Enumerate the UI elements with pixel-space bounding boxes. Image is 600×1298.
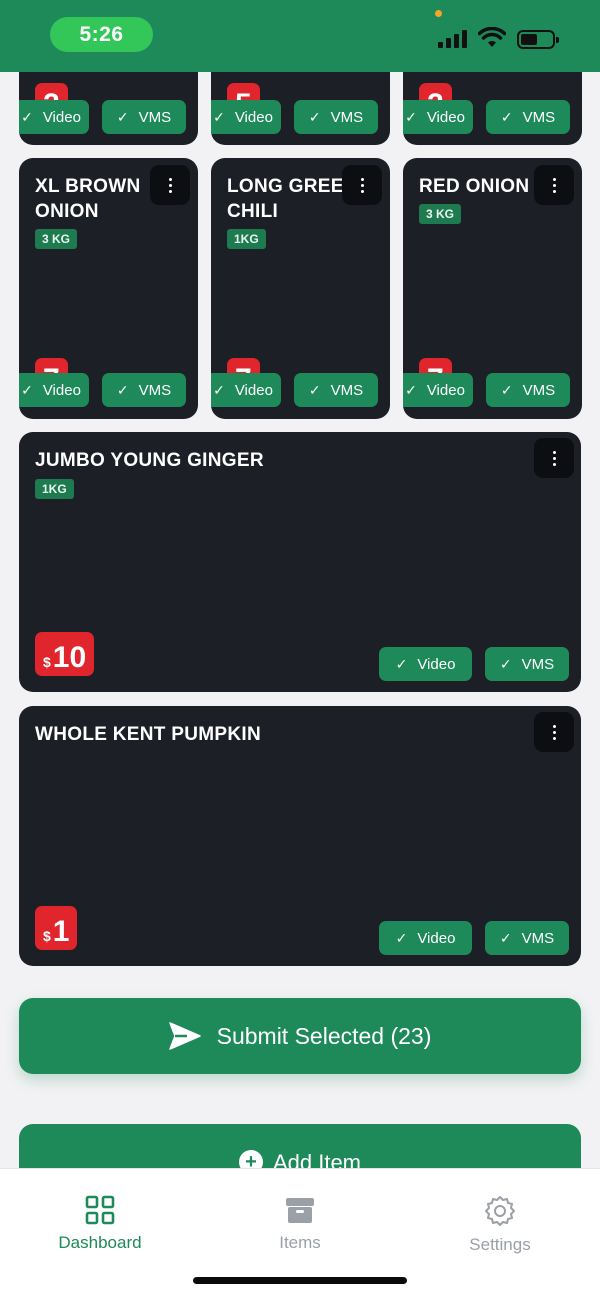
nav-label: Settings — [469, 1235, 531, 1254]
check-icon: ✓ — [308, 381, 321, 398]
weight-badge: 1KG — [227, 229, 266, 249]
cellular-signal-icon — [438, 30, 467, 48]
product-card[interactable]: RED ONION 3 KG 7 ✓Video ✓VMS — [403, 158, 582, 419]
check-icon: ✓ — [213, 108, 225, 125]
weight-badge: 3 KG — [35, 229, 78, 249]
more-vertical-icon — [168, 177, 172, 193]
vms-toggle[interactable]: ✓ VMS — [102, 373, 186, 407]
status-bar: 5:26 — [0, 0, 600, 72]
check-icon: ✓ — [116, 381, 129, 398]
check-icon: ✓ — [500, 108, 513, 125]
vms-toggle[interactable]: ✓ VMS — [102, 100, 186, 134]
product-title: LONG GREEN CHILI — [227, 176, 358, 222]
more-options-button[interactable] — [534, 165, 574, 205]
archive-box-icon — [286, 1198, 314, 1223]
vms-toggle[interactable]: ✓ VMS — [486, 100, 570, 134]
submit-selected-label: Submit Selected (23) — [216, 1022, 432, 1049]
gear-icon — [485, 1196, 515, 1226]
nav-item-dashboard[interactable]: Dashboard — [20, 1195, 180, 1253]
status-time: 5:26 — [50, 17, 153, 52]
product-card[interactable]: LONG GREENCHILI 1KG 7 ✓Video ✓VMS — [211, 158, 390, 419]
product-card[interactable]: JUMBO YOUNG GINGER 1KG $10 ✓ Video ✓ VMS — [19, 432, 581, 692]
product-card[interactable]: XL BROWNONION 3 KG 7 ✓Video ✓VMS — [19, 158, 198, 419]
more-options-button[interactable] — [342, 165, 382, 205]
check-icon: ✓ — [499, 655, 512, 672]
check-icon: ✓ — [395, 655, 408, 672]
check-icon: ✓ — [116, 108, 129, 125]
product-title: JUMBO YOUNG GINGER — [35, 450, 264, 471]
check-icon: ✓ — [405, 381, 417, 398]
video-toggle[interactable]: ✓ Video — [403, 373, 473, 407]
check-icon: ✓ — [500, 381, 513, 398]
more-vertical-icon — [552, 450, 556, 466]
vms-toggle[interactable]: ✓ VMS — [294, 100, 378, 134]
video-toggle[interactable]: ✓ Video — [403, 100, 473, 134]
more-vertical-icon — [360, 177, 364, 193]
nav-label: Dashboard — [58, 1233, 142, 1252]
product-title: XL BROWN ONION — [35, 176, 141, 222]
submit-selected-button[interactable]: Submit Selected (23) — [19, 998, 581, 1074]
more-vertical-icon — [552, 724, 556, 740]
grid-icon — [85, 1195, 115, 1225]
check-icon: ✓ — [213, 381, 225, 398]
weight-badge: 1KG — [35, 479, 74, 499]
nav-item-items[interactable]: Items — [220, 1195, 380, 1253]
vms-toggle[interactable]: ✓ VMS — [486, 373, 570, 407]
nav-label: Items — [279, 1233, 321, 1252]
check-icon: ✓ — [405, 108, 417, 125]
send-icon — [168, 1022, 201, 1050]
video-toggle[interactable]: ✓ Video — [19, 100, 89, 134]
home-indicator — [193, 1277, 407, 1284]
video-toggle[interactable]: ✓ Video — [19, 373, 89, 407]
video-toggle[interactable]: ✓ Video — [379, 647, 472, 681]
weight-badge: 3 KG — [419, 204, 462, 224]
product-card[interactable]: WHOLE KENT PUMPKIN $1 ✓ Video ✓ VMS — [19, 706, 581, 966]
video-toggle[interactable]: ✓ Video — [379, 921, 472, 955]
check-icon: ✓ — [308, 108, 321, 125]
price-badge: $10 — [35, 632, 95, 676]
wifi-icon — [478, 27, 506, 47]
check-icon: ✓ — [21, 381, 33, 398]
more-options-button[interactable] — [534, 438, 574, 478]
check-icon: ✓ — [21, 108, 33, 125]
check-icon: ✓ — [499, 929, 512, 946]
product-title: RED ONION — [419, 176, 530, 197]
vms-toggle[interactable]: ✓ VMS — [485, 921, 569, 955]
video-toggle[interactable]: ✓ Video — [211, 373, 281, 407]
price-badge: $1 — [35, 906, 78, 950]
battery-icon — [517, 30, 559, 49]
check-icon: ✓ — [395, 929, 408, 946]
product-title: WHOLE KENT PUMPKIN — [35, 724, 262, 745]
vms-toggle[interactable]: ✓ VMS — [485, 647, 569, 681]
more-options-button[interactable] — [534, 712, 574, 752]
more-options-button[interactable] — [150, 165, 190, 205]
privacy-indicator-dot — [435, 10, 442, 17]
video-toggle[interactable]: ✓ Video — [211, 100, 281, 134]
vms-toggle[interactable]: ✓ VMS — [294, 373, 378, 407]
more-vertical-icon — [552, 177, 556, 193]
nav-item-settings[interactable]: Settings — [420, 1195, 580, 1255]
